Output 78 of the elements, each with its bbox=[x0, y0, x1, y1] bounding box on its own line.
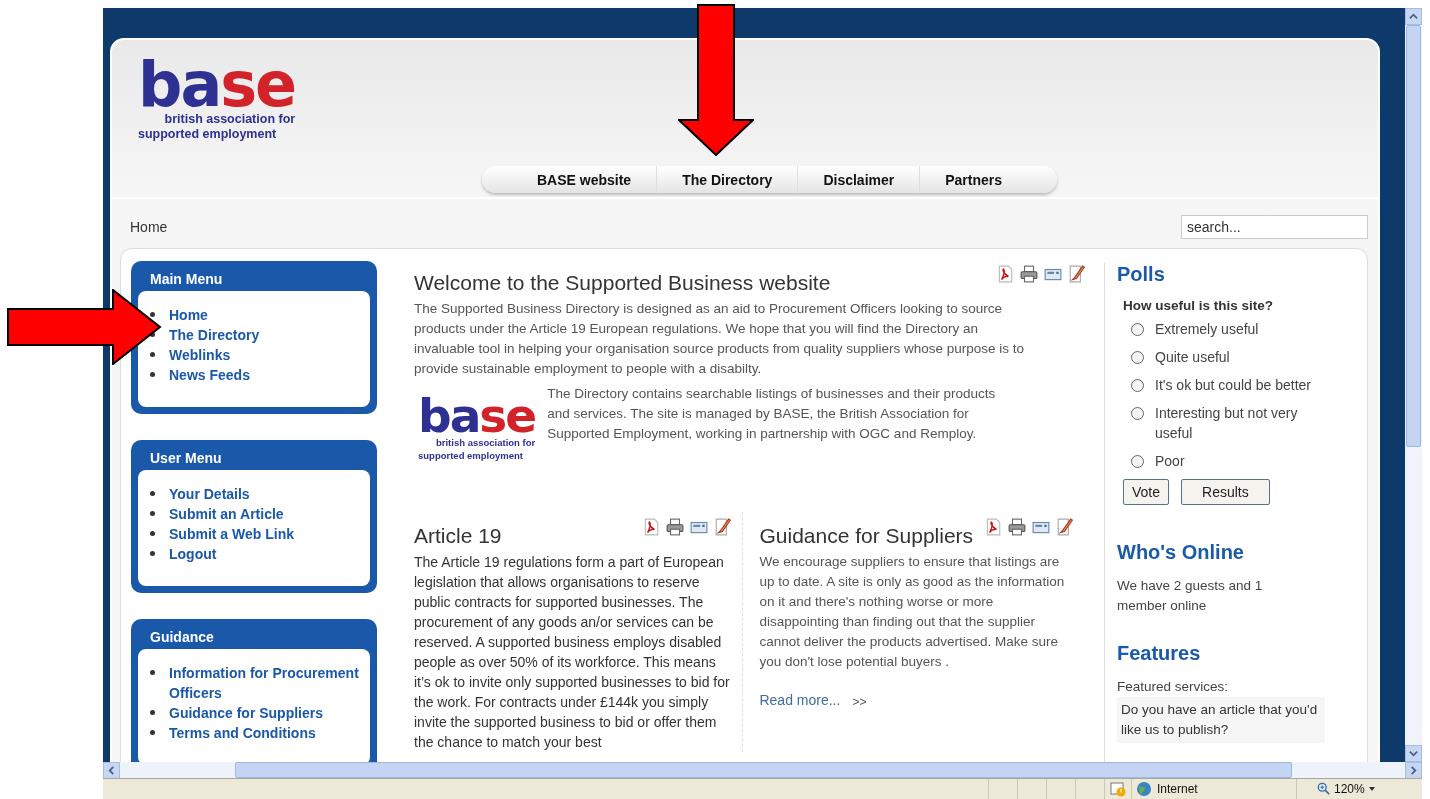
article-text: The Article 19 regulations form a part of European legislation that allows organisations to reserve public contracts for supported businesses. The procurement of any goods an/or services can be reserved. A supported business employs disabled people as over 50% of its workforce. This means it’s ok to invite only supported businesses to bid for the work. For contracts under £144k you simply invite the supported business to bid or offer them the chance to match your best bbox=[414, 553, 731, 752]
radio-button[interactable] bbox=[1131, 407, 1144, 420]
bullet-icon bbox=[150, 551, 155, 556]
zoom-icon[interactable] bbox=[1317, 782, 1331, 796]
menu-link[interactable]: The Directory bbox=[169, 325, 260, 345]
bullet-icon bbox=[150, 352, 155, 357]
radio-button[interactable] bbox=[1131, 351, 1144, 364]
pdf-icon[interactable] bbox=[996, 265, 1014, 283]
features-label: Featured services: bbox=[1117, 678, 1230, 696]
menu-title: Guidance bbox=[149, 628, 215, 647]
read-more-link[interactable]: Read more... bbox=[759, 692, 841, 709]
menu-link[interactable]: Submit a Web Link bbox=[169, 524, 294, 544]
radio-button[interactable] bbox=[1131, 455, 1144, 468]
bullet-icon bbox=[150, 670, 155, 675]
edit-icon[interactable] bbox=[714, 518, 733, 536]
nav-tab[interactable]: The Directory bbox=[656, 166, 798, 193]
base-logo: base british association for supported employment bbox=[138, 58, 296, 142]
poll-button[interactable]: Vote bbox=[1123, 479, 1170, 505]
menu-link[interactable]: Logout bbox=[169, 544, 217, 564]
nav-tab[interactable]: BASE website bbox=[512, 166, 657, 193]
scroll-up-icon[interactable] bbox=[1405, 8, 1422, 25]
bullet-icon bbox=[150, 710, 155, 715]
print-icon[interactable] bbox=[1020, 265, 1038, 283]
article-title: Guidance for Suppliers bbox=[759, 524, 974, 548]
article-text: We encourage suppliers to ensure that listings are up to date. A site is only as good as the information on it and there's nothing worse or more disappointing than finding out that the supplier cannot deliver the products advertised. Make sure you don't lose potential buyers . bbox=[759, 553, 1066, 671]
menu-link[interactable]: Guidance for Suppliers bbox=[169, 703, 324, 723]
search-field[interactable]: search... bbox=[1181, 215, 1368, 239]
vertical-scrollbar[interactable] bbox=[1405, 8, 1422, 762]
poll-option[interactable]: Poor bbox=[1155, 451, 1315, 471]
edit-icon[interactable] bbox=[1068, 265, 1086, 283]
radio-button[interactable] bbox=[1131, 323, 1144, 336]
poll-question: How useful is this site? bbox=[1122, 298, 1275, 313]
menu-link[interactable]: Information for Procurement Officers bbox=[169, 663, 362, 703]
breadcrumb[interactable]: Home bbox=[130, 219, 168, 235]
bullet-icon bbox=[150, 312, 155, 317]
nav-tab[interactable]: Disclaimer bbox=[797, 166, 920, 193]
poll-option[interactable]: Quite useful bbox=[1155, 347, 1315, 367]
poll-button[interactable]: Results bbox=[1181, 479, 1270, 505]
section-title: Polls bbox=[1117, 263, 1166, 286]
zoom-level[interactable]: 120% bbox=[1334, 782, 1365, 796]
article-text: The Supported Business Directory is designed as an aid to Procurement Officers looking to source products under the Article 19 European regulations. We hope that you will find the Directory an invaluable tool in helping your organisation source products from quality suppliers whose purpose is to provide sustainable employment to people with a disabilty. bbox=[414, 300, 1026, 378]
featured-item[interactable]: Do you have an article that you'd like us to publish? bbox=[1117, 697, 1325, 743]
menu-link[interactable]: News Feeds bbox=[169, 365, 250, 385]
caret-icon[interactable] bbox=[1367, 785, 1376, 793]
radio-button[interactable] bbox=[1131, 379, 1144, 392]
section-title: Who's Online bbox=[1117, 541, 1245, 564]
read-more-arrows: >> bbox=[852, 694, 867, 709]
base-logo: base british association for supported employment bbox=[417, 387, 536, 462]
menu-title: Main Menu bbox=[149, 270, 224, 289]
menu-link[interactable]: Submit an Article bbox=[169, 504, 284, 524]
bullet-icon bbox=[150, 531, 155, 536]
menu-link[interactable]: Terms and Conditions bbox=[169, 723, 316, 743]
bullet-icon bbox=[150, 730, 155, 735]
pdf-icon[interactable] bbox=[984, 518, 1002, 536]
online-text: We have 2 guests and 1 member online bbox=[1117, 577, 1264, 615]
bullet-icon bbox=[150, 372, 155, 377]
menu-link[interactable]: Home bbox=[169, 305, 208, 325]
globe-icon bbox=[1136, 781, 1152, 797]
section-title: Features bbox=[1117, 642, 1202, 665]
security-zone: Internet bbox=[1157, 782, 1198, 796]
article-title: Article 19 bbox=[414, 524, 502, 548]
edit-icon[interactable] bbox=[1056, 518, 1074, 536]
poll-option[interactable]: Extremely useful bbox=[1155, 319, 1315, 339]
print-icon[interactable] bbox=[666, 518, 685, 536]
pdf-icon[interactable] bbox=[642, 518, 661, 536]
poll-option[interactable]: It's ok but could be better bbox=[1155, 375, 1315, 395]
print-icon[interactable] bbox=[1008, 518, 1026, 536]
poll-option[interactable]: Interesting but not very useful bbox=[1155, 403, 1315, 443]
article-title: Welcome to the Supported Business website bbox=[414, 271, 831, 295]
menu-link[interactable]: Weblinks bbox=[169, 345, 231, 365]
article-text: The Directory contains searchable listings of businesses and their products and services. The site is managed by BASE, the British Association for Supported Employment, working in partnership with OGC and Remploy. bbox=[547, 385, 997, 443]
horizontal-scrollbar[interactable] bbox=[103, 762, 1422, 778]
menu-title: User Menu bbox=[149, 449, 223, 468]
nav-tab[interactable]: Partners bbox=[919, 166, 1028, 193]
bullet-icon bbox=[150, 491, 155, 496]
menu-link[interactable]: Your Details bbox=[169, 484, 250, 504]
bullet-icon bbox=[150, 511, 155, 516]
scroll-down-icon[interactable] bbox=[1405, 745, 1422, 762]
